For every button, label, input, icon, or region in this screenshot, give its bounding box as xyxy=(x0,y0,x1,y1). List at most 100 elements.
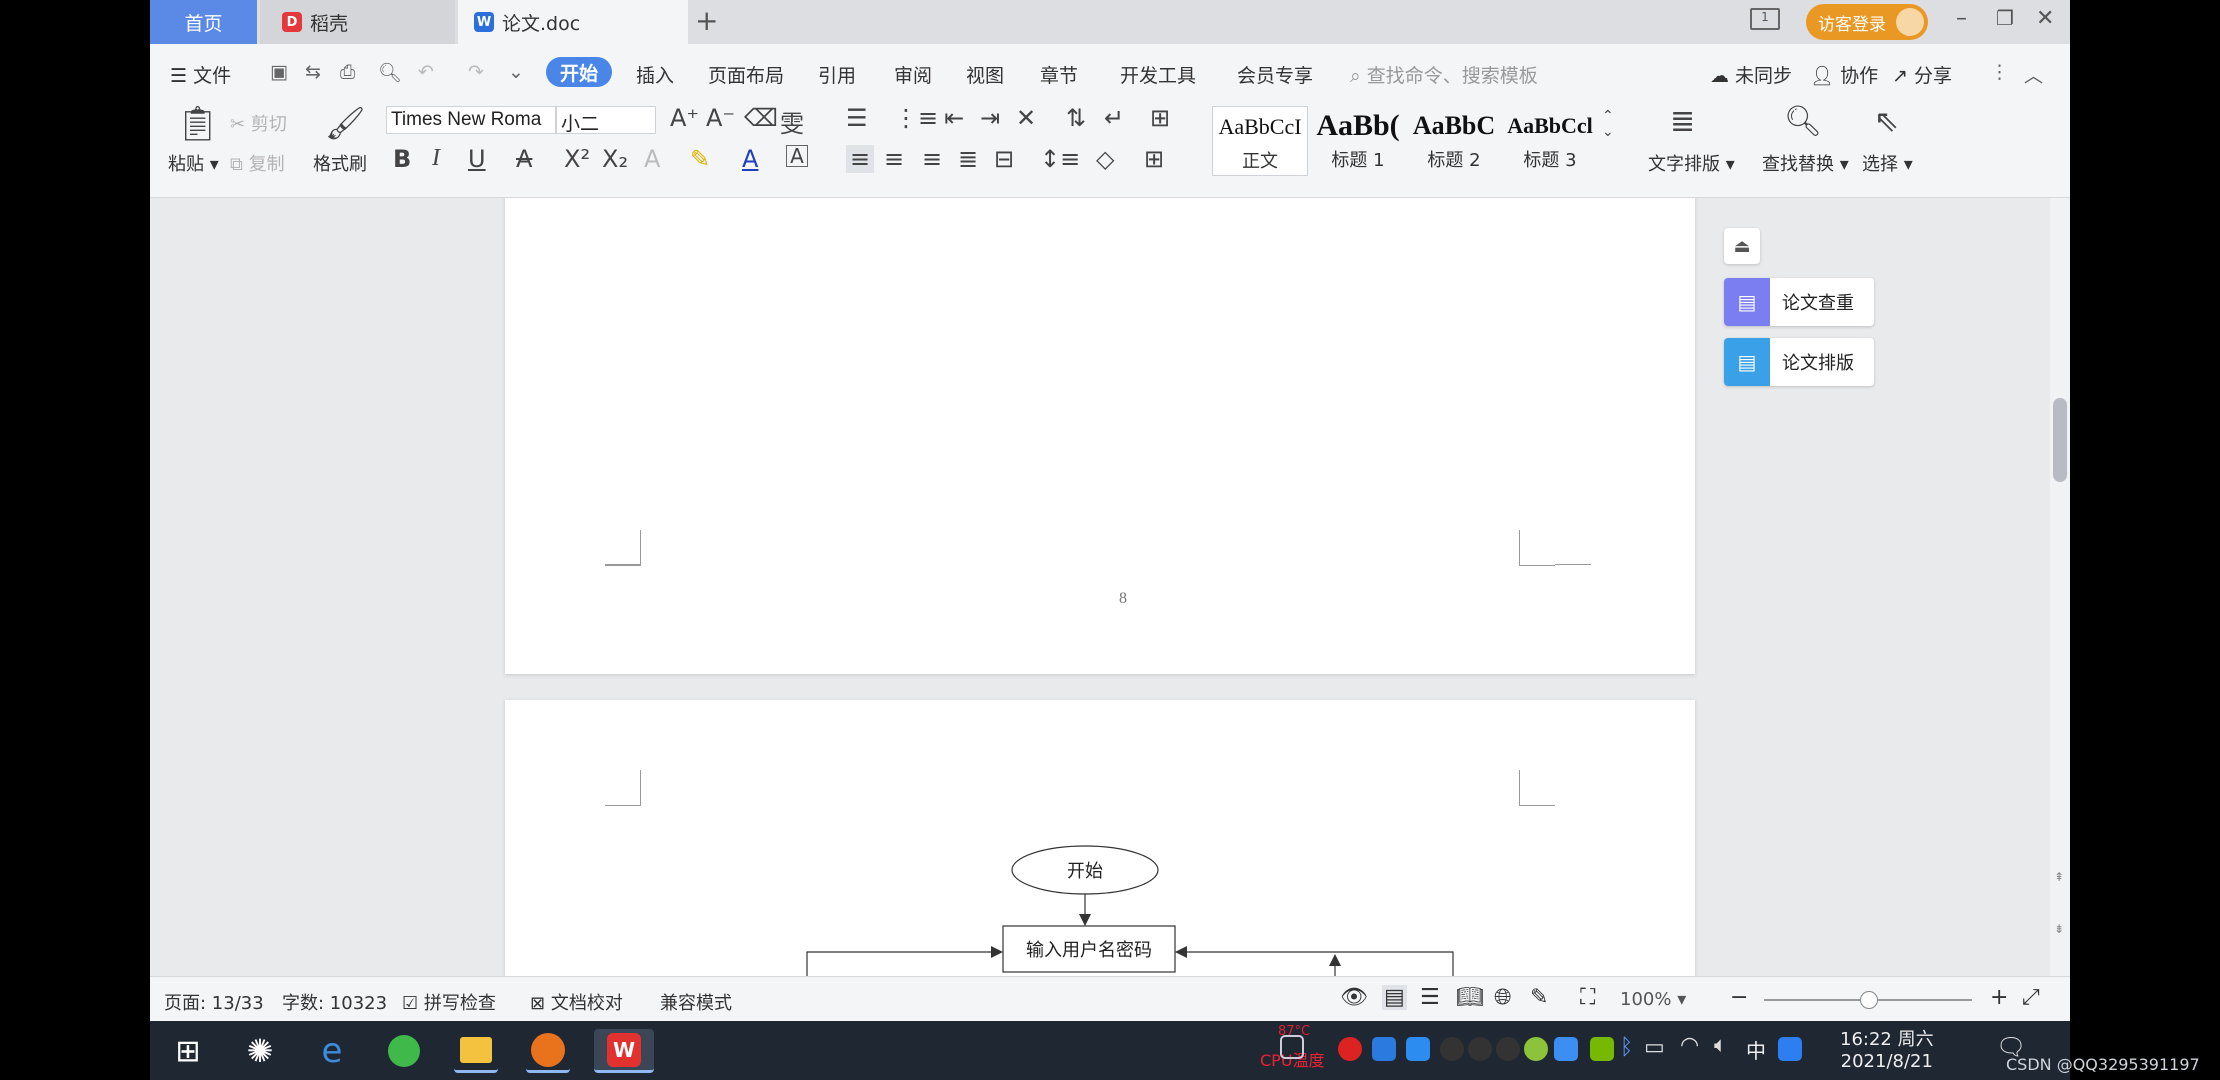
document-canvas[interactable]: 8 开始 输入用户名密码 ⏏ ▤ 论文查重 ▤ 论文排版 xyxy=(150,198,2050,976)
print-preview-icon[interactable]: 🔍︎ xyxy=(378,61,402,84)
print-icon[interactable]: ⎙ xyxy=(340,61,355,83)
menu-view[interactable]: 视图 xyxy=(966,61,1004,88)
quick-access-dropdown-icon[interactable]: ⌄ xyxy=(508,61,524,83)
browser-green-icon[interactable] xyxy=(382,1029,426,1073)
paste-icon[interactable]: 📋︎ xyxy=(176,104,219,144)
scroll-next-page-icon[interactable]: ⇟ xyxy=(2054,922,2064,936)
internet-explorer-icon[interactable]: e xyxy=(310,1029,354,1073)
paper-format-button[interactable]: ▤ 论文排版 xyxy=(1724,338,1874,386)
font-color-icon[interactable]: A xyxy=(742,145,758,173)
select-cursor-icon[interactable]: ⇖ xyxy=(1874,104,1899,139)
bold-icon[interactable]: B xyxy=(393,145,411,173)
borders-icon[interactable]: ⊞ xyxy=(1144,145,1164,173)
zoom-slider-thumb[interactable] xyxy=(1860,991,1878,1009)
visitor-login-button[interactable]: 访客登录 xyxy=(1806,4,1928,40)
line-spacing-icon[interactable]: ↕≡ xyxy=(1040,145,1080,173)
shrink-font-icon[interactable]: A⁻ xyxy=(706,104,735,132)
underline-icon[interactable]: U xyxy=(468,145,486,173)
doc-proof-button[interactable]: ⊠ 文档校对 xyxy=(530,989,623,1015)
font-name-select[interactable]: Times New Roma xyxy=(386,106,556,134)
save-icon[interactable]: ▣ xyxy=(270,61,288,83)
increase-indent-icon[interactable]: ⇥ xyxy=(980,104,1000,132)
battery-icon[interactable]: ▭ xyxy=(1644,1035,1665,1060)
outline-view-icon[interactable]: ☰ xyxy=(1420,985,1440,1010)
copy-button[interactable]: ⧉ 复制 xyxy=(230,150,285,176)
align-center-icon[interactable]: ≡ xyxy=(884,145,904,173)
vertical-scrollbar[interactable]: ⇞ ⇟ xyxy=(2050,198,2070,976)
style-heading-2[interactable]: AaBbC 标题 2 xyxy=(1406,106,1502,176)
find-replace-icon[interactable]: 🔍︎ xyxy=(1784,104,1822,139)
share-button[interactable]: ↗ 分享 xyxy=(1892,61,1952,88)
tray-app-icon[interactable] xyxy=(1338,1037,1362,1061)
zoom-level[interactable]: 100% ▾ xyxy=(1620,989,1686,1010)
page-indicator[interactable]: 页面: 13/33 xyxy=(164,989,264,1015)
file-menu[interactable]: ☰ 文件 xyxy=(170,61,231,88)
format-painter-button[interactable]: 格式刷 xyxy=(313,150,367,176)
more-icon[interactable]: ⋮ xyxy=(1990,61,2009,83)
nvidia-icon[interactable] xyxy=(1590,1037,1614,1061)
volume-icon[interactable]: 🔈︎ xyxy=(1714,1033,1727,1058)
justify-icon[interactable]: ≣ xyxy=(958,145,978,173)
sync-status[interactable]: ☁ 未同步 xyxy=(1710,61,1792,88)
shading-icon[interactable]: ◇ xyxy=(1096,145,1114,173)
text-effect-icon[interactable]: A xyxy=(644,145,660,173)
tray-app-icon[interactable] xyxy=(1554,1037,1578,1061)
qq-icon[interactable] xyxy=(1496,1037,1520,1061)
menu-developer[interactable]: 开发工具 xyxy=(1120,61,1196,88)
tab-document[interactable]: W 论文.doc xyxy=(458,0,688,44)
text-direction-icon[interactable]: ✕ xyxy=(1016,104,1036,132)
grow-font-icon[interactable]: A⁺ xyxy=(670,104,699,132)
show-marks-icon[interactable]: ↵ xyxy=(1104,104,1124,132)
page-view-icon[interactable]: ▤ xyxy=(1382,985,1407,1010)
paper-check-button[interactable]: ▤ 论文查重 xyxy=(1724,278,1874,326)
word-count[interactable]: 字数: 10323 xyxy=(282,989,387,1015)
collapse-ribbon-icon[interactable]: ︿ xyxy=(2024,61,2043,88)
italic-icon[interactable]: I xyxy=(432,145,440,172)
subscript-icon[interactable]: X₂ xyxy=(602,145,628,173)
fit-page-icon[interactable]: ⛶ xyxy=(1580,985,1595,1010)
cut-button[interactable]: ✂ 剪切 xyxy=(230,110,287,136)
ime-indicator[interactable]: 中 xyxy=(1746,1035,1766,1064)
strikethrough-icon[interactable]: A xyxy=(516,145,532,173)
collaborate-button[interactable]: 👤︎ 协作 xyxy=(1810,61,1878,88)
text-layout-button[interactable]: 文字排版 ▾ xyxy=(1648,150,1735,176)
window-layout-icon[interactable]: 1 xyxy=(1750,8,1780,30)
file-explorer-icon[interactable] xyxy=(454,1029,498,1073)
char-border-icon[interactable]: A xyxy=(786,145,808,167)
tray-app-icon[interactable] xyxy=(1372,1037,1396,1061)
write-view-icon[interactable]: ✎ xyxy=(1530,985,1548,1010)
restore-button[interactable]: ❐ xyxy=(1996,6,2014,30)
decrease-indent-icon[interactable]: ⇤ xyxy=(944,104,964,132)
menu-member[interactable]: 会员专享 xyxy=(1237,61,1313,88)
collapse-panel-icon[interactable]: ⏏ xyxy=(1724,228,1760,264)
align-left-icon[interactable]: ≡ xyxy=(846,145,875,173)
phonetic-guide-icon[interactable]: 雯 xyxy=(780,104,804,139)
find-replace-button[interactable]: 查找替换 ▾ xyxy=(1762,150,1849,176)
tab-daoke[interactable]: D 稻壳 xyxy=(260,0,455,44)
wifi-icon[interactable]: ◠ xyxy=(1680,1033,1699,1058)
tab-stops-icon[interactable]: ⊞ xyxy=(1150,104,1170,132)
app-pinwheel-icon[interactable]: ✺ xyxy=(238,1029,282,1073)
format-painter-icon[interactable]: 🖌︎ xyxy=(325,104,366,142)
export-icon[interactable]: ⇆ xyxy=(305,61,321,83)
close-button[interactable]: ✕ xyxy=(2036,6,2054,31)
web-view-icon[interactable]: 🌐︎ xyxy=(1494,985,1512,1010)
style-heading-3[interactable]: AaBbCcl 标题 3 xyxy=(1502,106,1598,176)
fullscreen-icon[interactable]: ⤢ xyxy=(2022,985,2040,1010)
news-widget-icon[interactable] xyxy=(1280,1035,1304,1059)
menu-start[interactable]: 开始 xyxy=(546,57,612,87)
reading-view-icon[interactable]: 📖︎ xyxy=(1456,985,1484,1010)
menu-chapter[interactable]: 章节 xyxy=(1040,61,1078,88)
command-search[interactable]: ⌕ 查找命令、搜索模板 xyxy=(1350,61,1538,88)
windows-start-icon[interactable]: ⊞ xyxy=(166,1029,210,1073)
highlight-icon[interactable]: ✎ xyxy=(690,145,710,173)
app-mascot-icon[interactable] xyxy=(526,1029,570,1073)
new-tab-button[interactable]: + xyxy=(695,4,718,37)
clock[interactable]: 16:22 周六 2021/8/21 xyxy=(1840,1025,1934,1072)
superscript-icon[interactable]: X² xyxy=(564,145,590,173)
align-right-icon[interactable]: ≡ xyxy=(922,145,942,173)
paste-button[interactable]: 粘贴 ▾ xyxy=(168,150,219,176)
styles-scroll-icon[interactable]: ⌃ ⌄ xyxy=(1602,108,1614,140)
clear-format-icon[interactable]: ⌫ xyxy=(744,104,778,132)
security-shield-icon[interactable] xyxy=(1406,1037,1430,1061)
